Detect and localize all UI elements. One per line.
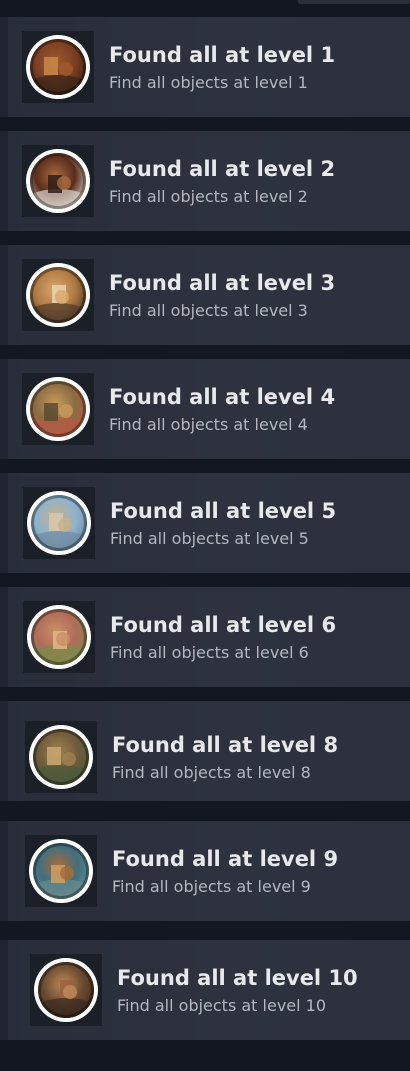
achievement-icon-frame (23, 487, 95, 559)
achievement-title: Found all at level 8 (112, 733, 339, 757)
card-edge (0, 821, 8, 921)
achievement-text: Found all at level 6 Find all objects at … (110, 613, 336, 663)
card-edge (0, 701, 8, 801)
achievement-description: Find all objects at level 9 (112, 877, 311, 896)
level-6-scene-icon (27, 605, 91, 669)
level-1-scene-icon (26, 35, 90, 99)
achievement-title: Found all at level 4 (109, 385, 336, 409)
level-8-scene-icon (29, 725, 93, 789)
achievement-title: Found all at level 9 (112, 847, 339, 871)
level-4-scene-icon (26, 377, 90, 441)
achievement-title: Found all at level 5 (110, 499, 337, 523)
achievement-icon-frame (30, 954, 102, 1026)
achievement-title: Found all at level 6 (110, 613, 337, 637)
achievement-card[interactable]: Found all at level 1 Find all objects at … (0, 17, 410, 117)
top-tab (298, 0, 410, 4)
achievement-description: Find all objects at level 10 (117, 996, 327, 1015)
achievement-card[interactable]: Found all at level 8 Find all objects at … (0, 701, 410, 801)
achievement-description: Find all objects at level 6 (110, 643, 309, 662)
card-edge (0, 473, 8, 573)
achievement-text: Found all at level 2 Find all objects at … (109, 157, 335, 207)
achievement-card[interactable]: Found all at level 9 Find all objects at … (0, 821, 410, 921)
achievement-title: Found all at level 2 (109, 157, 336, 181)
achievement-description: Find all objects at level 5 (110, 529, 309, 548)
achievement-card[interactable]: Found all at level 10 Find all objects at… (0, 940, 410, 1040)
level-2-scene-icon (26, 149, 90, 213)
achievement-text: Found all at level 4 Find all objects at … (109, 385, 335, 435)
achievements-page: Found all at level 1 Find all objects at … (0, 0, 410, 1071)
achievement-text: Found all at level 10 Find all objects at… (117, 966, 358, 1016)
achievement-text: Found all at level 9 Find all objects at … (112, 847, 338, 897)
level-10-scene-icon (34, 958, 98, 1022)
achievement-description: Find all objects at level 2 (109, 187, 308, 206)
achievement-card[interactable]: Found all at level 6 Find all objects at … (0, 587, 410, 687)
achievement-text: Found all at level 8 Find all objects at … (112, 733, 338, 783)
card-edge (0, 587, 8, 687)
card-edge (0, 245, 8, 345)
achievement-card[interactable]: Found all at level 2 Find all objects at … (0, 131, 410, 231)
achievement-description: Find all objects at level 8 (112, 763, 311, 782)
card-edge (0, 17, 8, 117)
achievement-icon-frame (22, 373, 94, 445)
level-5-scene-icon (27, 491, 91, 555)
achievement-icon-frame (25, 835, 97, 907)
achievement-card[interactable]: Found all at level 3 Find all objects at … (0, 245, 410, 345)
achievement-icon-frame (25, 721, 97, 793)
achievement-icon-frame (23, 601, 95, 673)
achievement-card[interactable]: Found all at level 4 Find all objects at … (0, 359, 410, 459)
achievement-title: Found all at level 10 (117, 966, 358, 990)
achievement-text: Found all at level 1 Find all objects at … (109, 43, 335, 93)
achievement-description: Find all objects at level 1 (109, 73, 308, 92)
achievement-description: Find all objects at level 3 (109, 301, 308, 320)
card-edge (0, 131, 8, 231)
level-3-scene-icon (26, 263, 90, 327)
achievement-icon-frame (22, 31, 94, 103)
achievement-text: Found all at level 3 Find all objects at … (109, 271, 335, 321)
card-edge (0, 940, 8, 1040)
achievement-title: Found all at level 1 (109, 43, 336, 67)
level-9-scene-icon (29, 839, 93, 903)
achievement-description: Find all objects at level 4 (109, 415, 308, 434)
achievement-title: Found all at level 3 (109, 271, 336, 295)
achievement-icon-frame (22, 145, 94, 217)
achievement-icon-frame (22, 259, 94, 331)
achievement-text: Found all at level 5 Find all objects at … (110, 499, 336, 549)
card-edge (0, 359, 8, 459)
achievement-card[interactable]: Found all at level 5 Find all objects at … (0, 473, 410, 573)
